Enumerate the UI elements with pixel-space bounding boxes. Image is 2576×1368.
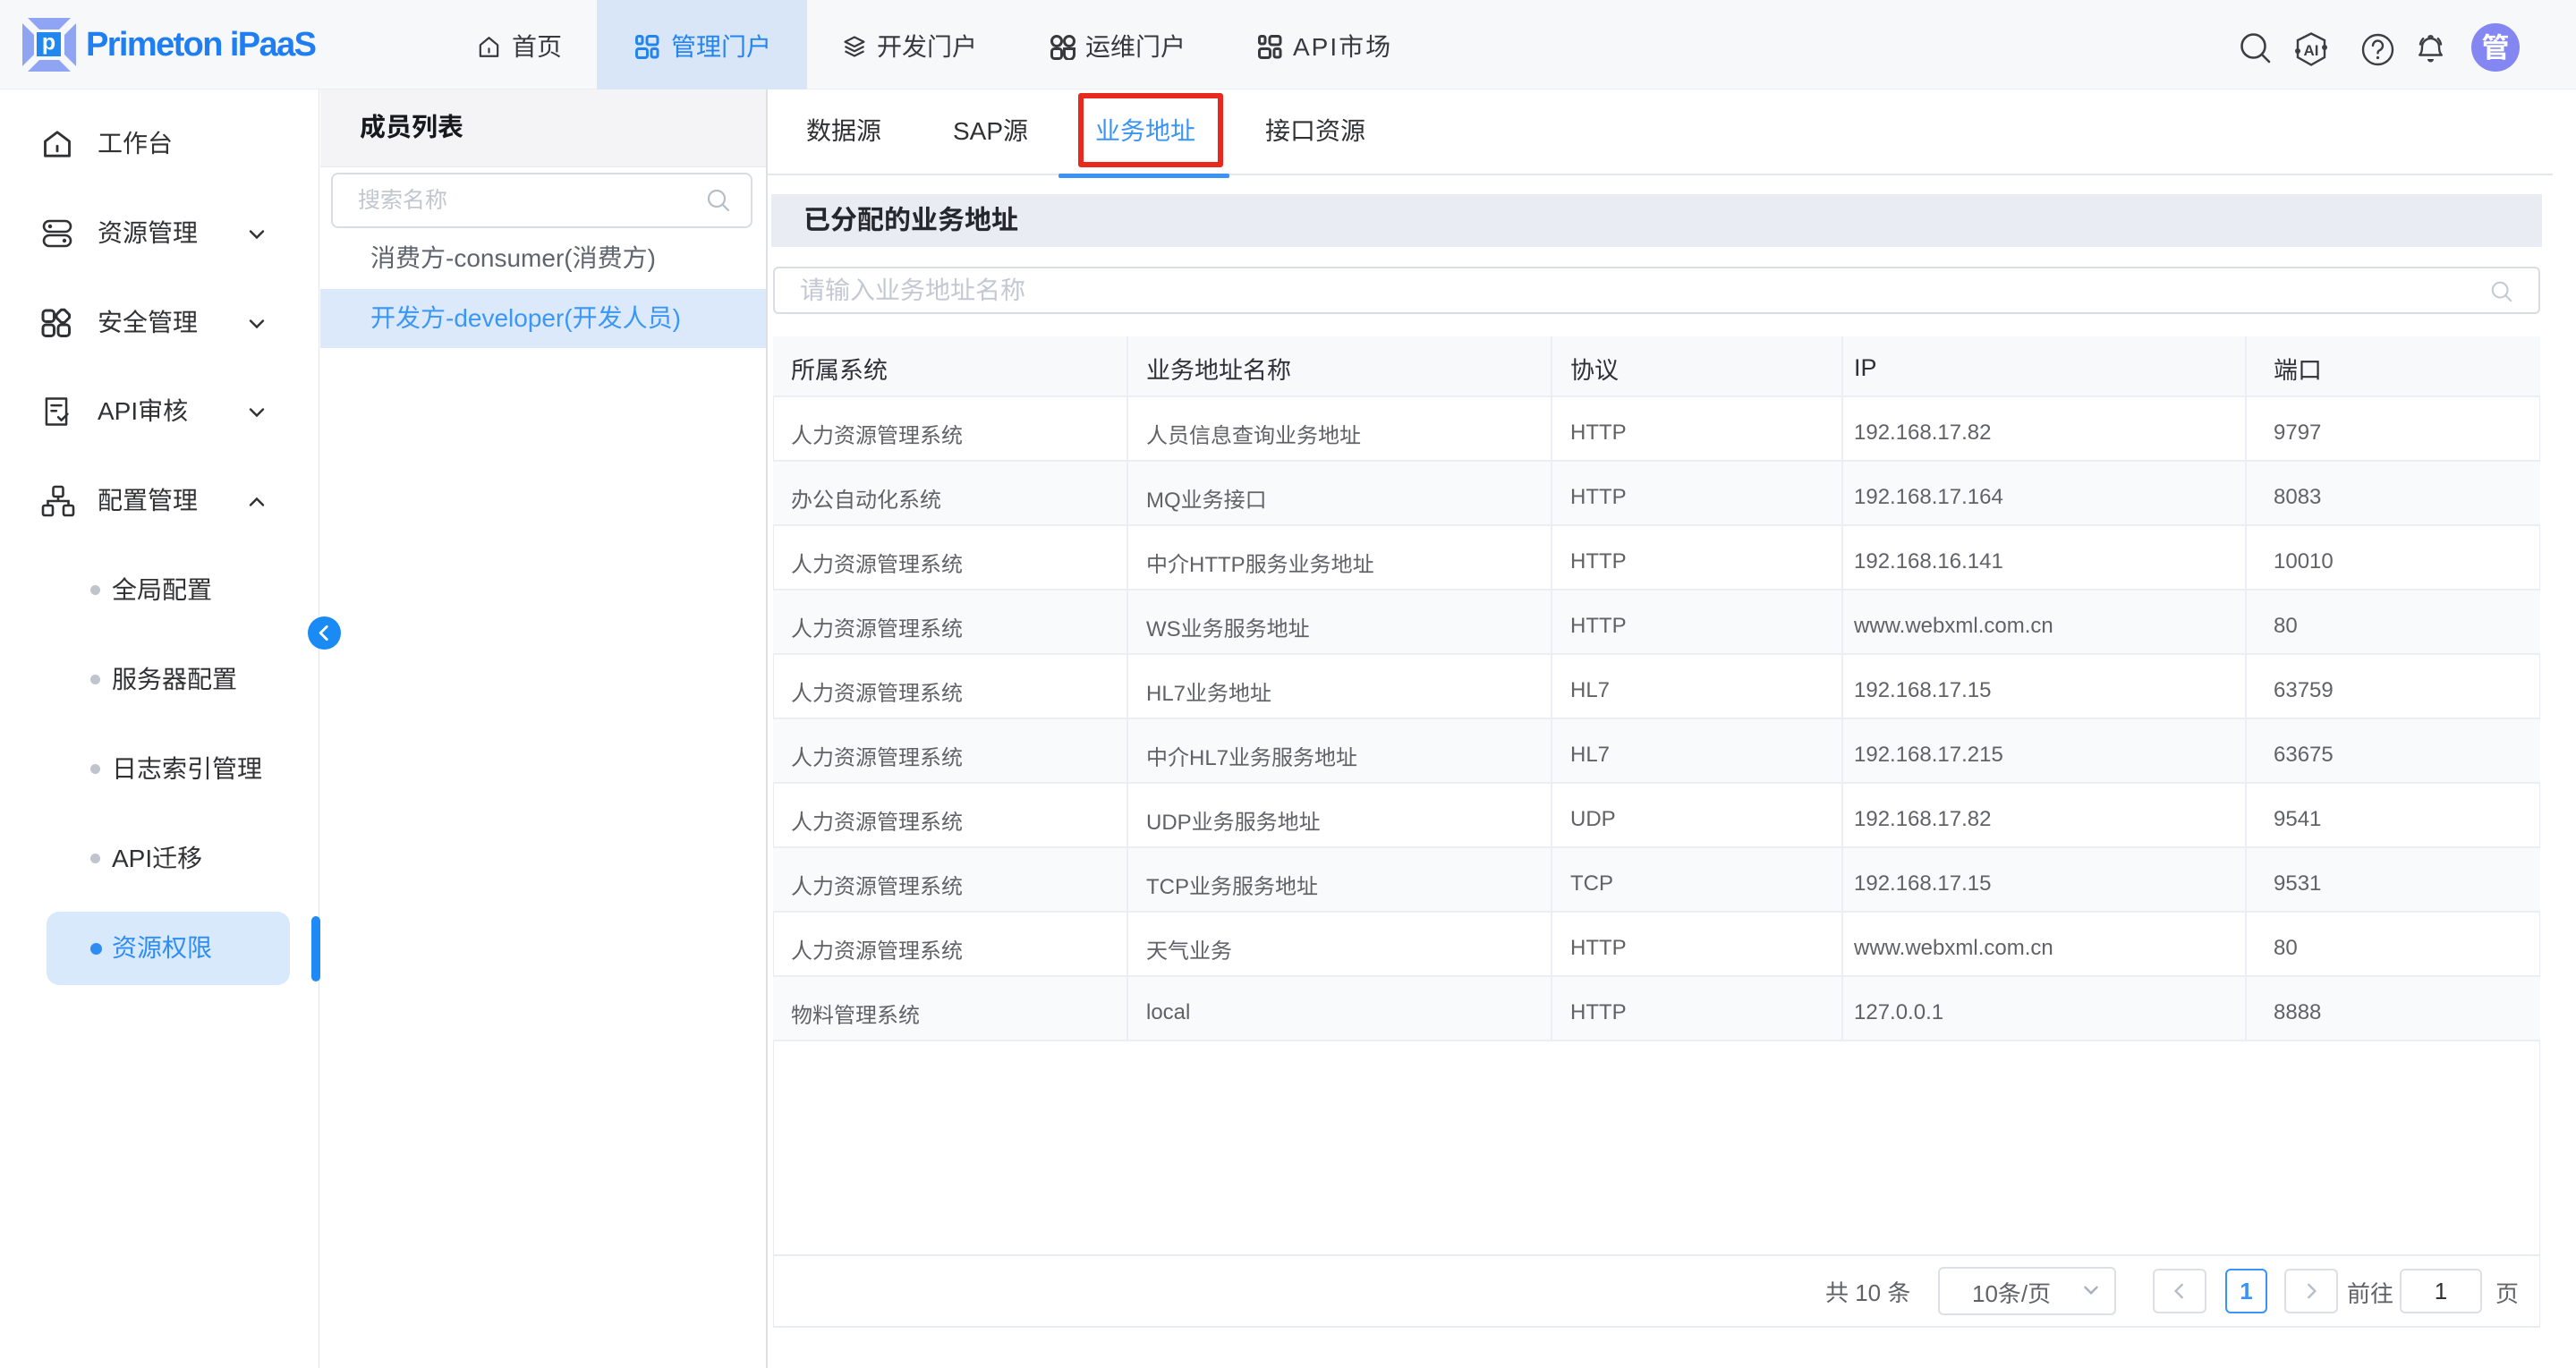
- svg-text:AI: AI: [2304, 42, 2319, 59]
- svg-text:p: p: [42, 30, 55, 55]
